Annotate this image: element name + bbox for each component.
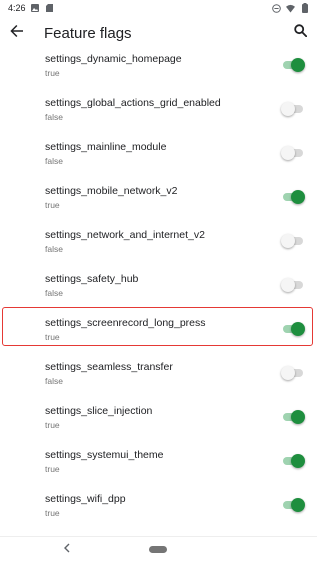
flag-toggle[interactable]	[281, 409, 305, 425]
flag-row[interactable]: settings_network_and_internet_v2 false	[0, 229, 317, 273]
chevron-left-icon	[63, 540, 71, 558]
flag-name: settings_global_actions_grid_enabled	[45, 97, 221, 109]
app-bar: Feature flags	[0, 16, 317, 50]
flag-name: settings_seamless_transfer	[45, 361, 173, 373]
status-time: 4:26	[8, 3, 26, 13]
toggle-thumb	[281, 366, 295, 380]
flag-row[interactable]: settings_dynamic_homepage true	[0, 53, 317, 97]
flag-toggle[interactable]	[281, 57, 305, 73]
toggle-thumb	[281, 234, 295, 248]
flag-name: settings_screenrecord_long_press	[45, 317, 206, 329]
search-button[interactable]	[283, 16, 317, 50]
toggle-thumb	[291, 322, 305, 336]
photo-notification-icon	[31, 4, 40, 13]
flag-value: false	[45, 244, 63, 254]
flag-name: settings_safety_hub	[45, 273, 139, 285]
toggle-thumb	[281, 278, 295, 292]
toggle-thumb	[291, 190, 305, 204]
flag-value: true	[45, 332, 60, 342]
flag-toggle[interactable]	[281, 453, 305, 469]
flag-value: false	[45, 156, 63, 166]
flag-value: true	[45, 200, 60, 210]
flag-value: false	[45, 376, 63, 386]
battery-icon	[300, 3, 309, 13]
flag-value: false	[45, 288, 63, 298]
flag-row-highlighted[interactable]: settings_screenrecord_long_press true	[0, 317, 317, 361]
flag-row[interactable]: settings_slice_injection true	[0, 405, 317, 449]
flag-row[interactable]: settings_mainline_module false	[0, 141, 317, 185]
toggle-thumb	[291, 454, 305, 468]
toggle-thumb	[281, 146, 295, 160]
screen: 4:26 Feature flags settings_dynamic_home…	[0, 0, 317, 564]
flag-row[interactable]: settings_systemui_theme true	[0, 449, 317, 493]
arrow-back-icon	[10, 24, 24, 43]
wifi-icon	[286, 4, 295, 13]
flag-name: settings_dynamic_homepage	[45, 53, 182, 65]
flag-toggle[interactable]	[281, 233, 305, 249]
toggle-thumb	[291, 498, 305, 512]
flag-toggle[interactable]	[281, 277, 305, 293]
flag-name: settings_mainline_module	[45, 141, 167, 153]
status-bar: 4:26	[0, 0, 317, 16]
search-icon	[293, 24, 307, 42]
home-pill-button[interactable]	[149, 546, 167, 553]
toggle-thumb	[281, 102, 295, 116]
flag-name: settings_slice_injection	[45, 405, 153, 417]
nav-back-button[interactable]	[60, 542, 74, 556]
back-button[interactable]	[0, 16, 34, 50]
flag-row[interactable]: settings_wifi_dpp true	[0, 493, 317, 537]
flag-toggle[interactable]	[281, 189, 305, 205]
flag-value: true	[45, 68, 60, 78]
page-title: Feature flags	[44, 24, 132, 42]
flag-toggle[interactable]	[281, 497, 305, 513]
flag-value: true	[45, 420, 60, 430]
toggle-thumb	[291, 58, 305, 72]
flag-row[interactable]: settings_seamless_transfer false	[0, 361, 317, 405]
flag-toggle[interactable]	[281, 101, 305, 117]
flag-value: false	[45, 112, 63, 122]
flag-value: true	[45, 508, 60, 518]
flag-name: settings_wifi_dpp	[45, 493, 126, 505]
flag-row[interactable]: settings_global_actions_grid_enabled fal…	[0, 97, 317, 141]
flag-toggle[interactable]	[281, 321, 305, 337]
navigation-bar	[0, 536, 317, 564]
flag-name: settings_systemui_theme	[45, 449, 164, 461]
do-not-disturb-icon	[272, 3, 281, 13]
flag-toggle[interactable]	[281, 365, 305, 381]
toggle-thumb	[291, 410, 305, 424]
flag-value: true	[45, 464, 60, 474]
flag-toggle[interactable]	[281, 145, 305, 161]
flag-name: settings_network_and_internet_v2	[45, 229, 205, 241]
flag-name: settings_mobile_network_v2	[45, 185, 178, 197]
flag-row[interactable]: settings_mobile_network_v2 true	[0, 185, 317, 229]
sd-card-notification-icon	[45, 4, 54, 13]
flag-row[interactable]: settings_safety_hub false	[0, 273, 317, 317]
